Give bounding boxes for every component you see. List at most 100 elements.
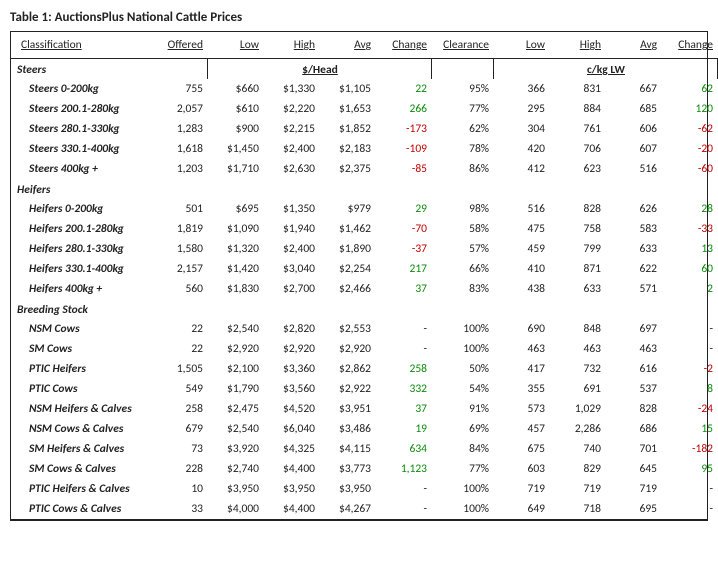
cell-head-high: $2,700 (263, 279, 319, 299)
cell-offered: 258 (151, 399, 207, 419)
cell-kg-low: 295 (493, 99, 549, 119)
cell-head-avg: $2,922 (319, 379, 375, 399)
cell-head-low: $1,320 (207, 239, 263, 259)
cell-head-low: $2,475 (207, 399, 263, 419)
cell-kg-change: -24 (661, 399, 717, 419)
cell-clearance: 100% (431, 319, 493, 339)
cell-head-high: $2,400 (263, 139, 319, 159)
cell-head-high: $3,360 (263, 359, 319, 379)
table-row: NSM Cows & Calves679$2,540$6,040$3,48619… (11, 419, 717, 439)
cell-head-avg: $2,466 (319, 279, 375, 299)
cell-clearance: 98% (431, 199, 493, 219)
col-change-head: Change (375, 32, 431, 59)
row-label: SM Heifers & Calves (11, 439, 151, 459)
cell-head-high: $4,520 (263, 399, 319, 419)
cell-head-low: $1,830 (207, 279, 263, 299)
cell-kg-high: 732 (549, 359, 605, 379)
cell-clearance: 77% (431, 459, 493, 479)
row-label: PTIC Heifers & Calves (11, 479, 151, 499)
cell-head-low: $4,000 (207, 499, 263, 519)
cell-kg-low: 438 (493, 279, 549, 299)
cell-head-low: $660 (207, 79, 263, 99)
table-row: Heifers 200.1-280kg1,819$1,090$1,940$1,4… (11, 219, 717, 239)
cell-head-avg: $3,950 (319, 479, 375, 499)
table-row: Heifers 280.1-330kg1,580$1,320$2,400$1,8… (11, 239, 717, 259)
cell-kg-change: 15 (661, 419, 717, 439)
row-label: Steers 330.1-400kg (11, 139, 151, 159)
cell-head-high: $4,400 (263, 499, 319, 519)
cell-kg-change: 28 (661, 199, 717, 219)
cell-kg-change: 62 (661, 79, 717, 99)
cell-head-change: 634 (375, 439, 431, 459)
cell-kg-high: 633 (549, 279, 605, 299)
table-row: NSM Heifers & Calves258$2,475$4,520$3,95… (11, 399, 717, 419)
cell-offered: 33 (151, 499, 207, 519)
cell-kg-low: 366 (493, 79, 549, 99)
cell-kg-avg: 622 (605, 259, 661, 279)
cell-clearance: 57% (431, 239, 493, 259)
cell-kg-avg: 645 (605, 459, 661, 479)
cell-kg-change: - (661, 339, 717, 359)
table-row: Steers 280.1-330kg1,283$900$2,215$1,852-… (11, 119, 717, 139)
cell-kg-high: 623 (549, 159, 605, 179)
row-label: Heifers 280.1-330kg (11, 239, 151, 259)
cell-kg-avg: 571 (605, 279, 661, 299)
section-row: Steers$/Headc/kg LW (11, 59, 717, 80)
unit-per-kg: c/kg LW (493, 59, 717, 80)
cell-kg-high: 828 (549, 199, 605, 219)
cell-kg-high: 761 (549, 119, 605, 139)
cell-head-low: $2,540 (207, 319, 263, 339)
cell-offered: 73 (151, 439, 207, 459)
cell-head-change: - (375, 319, 431, 339)
cell-kg-low: 459 (493, 239, 549, 259)
cell-kg-avg: 633 (605, 239, 661, 259)
row-label: Steers 200.1-280kg (11, 99, 151, 119)
row-label: SM Cows (11, 339, 151, 359)
cell-offered: 1,505 (151, 359, 207, 379)
cell-kg-low: 649 (493, 499, 549, 519)
cell-kg-high: 463 (549, 339, 605, 359)
row-label: Heifers 0-200kg (11, 199, 151, 219)
table-row: PTIC Heifers & Calves10$3,950$3,950$3,95… (11, 479, 717, 499)
cell-kg-avg: 701 (605, 439, 661, 459)
cell-kg-low: 410 (493, 259, 549, 279)
row-label: PTIC Cows & Calves (11, 499, 151, 519)
cell-offered: 228 (151, 459, 207, 479)
cell-head-high: $2,630 (263, 159, 319, 179)
cell-kg-high: 831 (549, 79, 605, 99)
cell-clearance: 84% (431, 439, 493, 459)
cell-offered: 2,057 (151, 99, 207, 119)
cell-head-change: 266 (375, 99, 431, 119)
cell-head-change: -37 (375, 239, 431, 259)
cell-head-avg: $4,115 (319, 439, 375, 459)
table-row: PTIC Cows & Calves33$4,000$4,400$4,267-1… (11, 499, 717, 519)
cell-kg-low: 690 (493, 319, 549, 339)
cell-clearance: 100% (431, 479, 493, 499)
cell-head-avg: $2,862 (319, 359, 375, 379)
cell-kg-change: -2 (661, 359, 717, 379)
cell-kg-high: 848 (549, 319, 605, 339)
title-text: AuctionsPlus National Cattle Prices (55, 10, 243, 25)
cell-kg-change: 13 (661, 239, 717, 259)
cell-kg-change: - (661, 499, 717, 519)
cell-kg-high: 829 (549, 459, 605, 479)
cell-head-high: $3,950 (263, 479, 319, 499)
cell-head-avg: $979 (319, 199, 375, 219)
cell-head-avg: $2,553 (319, 319, 375, 339)
cell-clearance: 62% (431, 119, 493, 139)
cell-clearance: 66% (431, 259, 493, 279)
cell-kg-low: 412 (493, 159, 549, 179)
cell-head-avg: $2,183 (319, 139, 375, 159)
cell-head-avg: $1,890 (319, 239, 375, 259)
cell-clearance: 77% (431, 99, 493, 119)
row-label: NSM Cows (11, 319, 151, 339)
table-row: SM Heifers & Calves73$3,920$4,325$4,1156… (11, 439, 717, 459)
cell-kg-low: 719 (493, 479, 549, 499)
cell-clearance: 54% (431, 379, 493, 399)
cell-kg-change: -20 (661, 139, 717, 159)
cell-head-low: $900 (207, 119, 263, 139)
row-label: NSM Heifers & Calves (11, 399, 151, 419)
cell-kg-change: 2 (661, 279, 717, 299)
section-name: Steers (11, 59, 207, 80)
cell-clearance: 91% (431, 399, 493, 419)
